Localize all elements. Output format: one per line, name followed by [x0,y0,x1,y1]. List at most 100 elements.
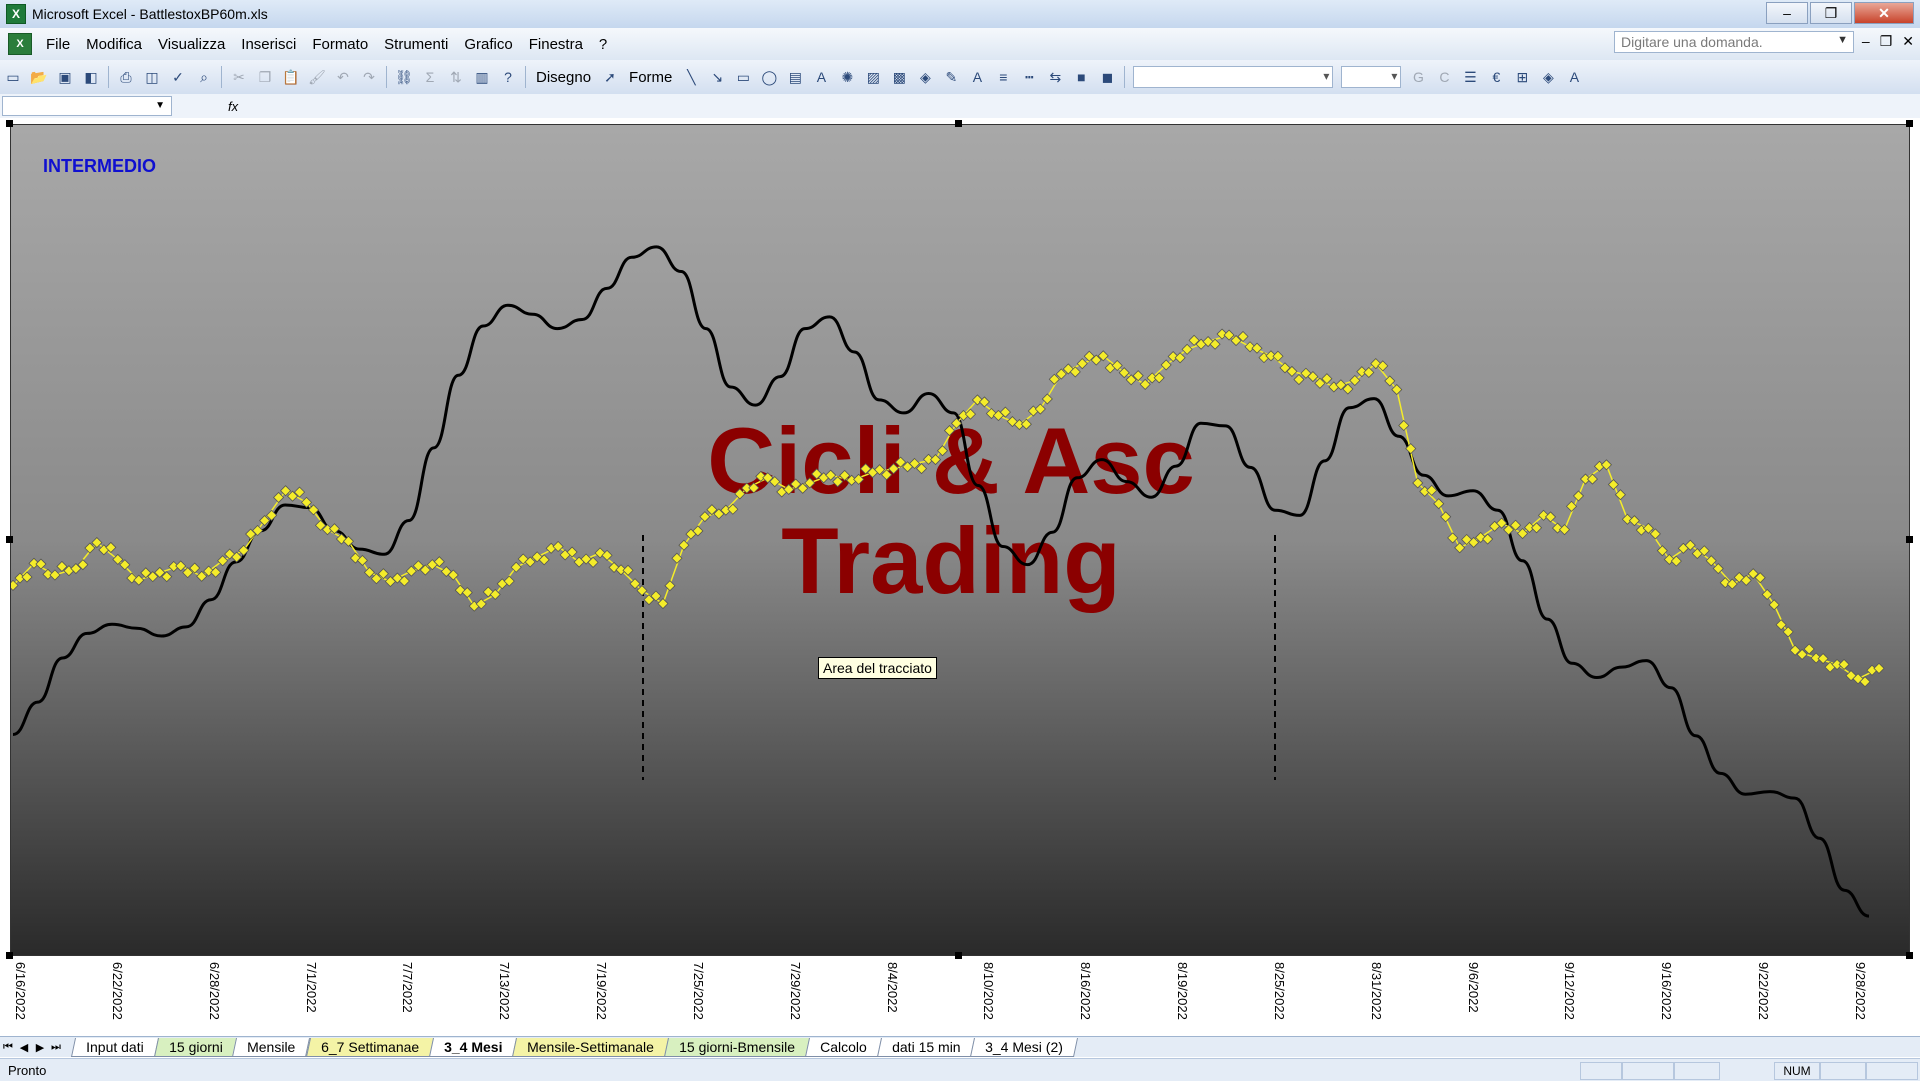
shapes-menu[interactable]: Forme [623,69,678,86]
fx-label[interactable]: fx [228,99,238,114]
menu-visualizza[interactable]: Visualizza [150,36,233,53]
rectangle-icon[interactable]: ▭ [732,66,754,88]
line-color-icon[interactable]: ✎ [940,66,962,88]
diagram-icon[interactable]: ✺ [836,66,858,88]
picture-icon[interactable]: ▩ [888,66,910,88]
next-sheet-icon[interactable]: ▶ [32,1041,48,1054]
arrow-icon[interactable]: ↘ [706,66,728,88]
research-icon[interactable]: ⌕ [193,66,215,88]
save-icon[interactable]: ▣ [54,66,76,88]
italic-button[interactable]: C [1433,66,1455,88]
sheet-tab[interactable]: Mensile-Settimanale [511,1037,669,1057]
print-preview-icon[interactable]: ◫ [141,66,163,88]
redo-icon[interactable]: ↷ [358,66,380,88]
borders-icon[interactable]: ⊞ [1511,66,1533,88]
status-cell [1580,1062,1622,1080]
format-painter-icon[interactable]: 🖌 [306,66,328,88]
sheet-tab-label: 3_4 Mesi [443,1038,503,1055]
dash-style-icon[interactable]: ┅ [1018,66,1040,88]
autosum-icon[interactable]: Σ [419,66,441,88]
menu-modifica[interactable]: Modifica [78,36,150,53]
status-bar: Pronto NUM [0,1058,1920,1081]
hyperlink-icon[interactable]: ⛓ [393,66,415,88]
spelling-icon[interactable]: ✓ [167,66,189,88]
doc-close-button[interactable]: ✕ [1902,33,1914,50]
line-icon[interactable]: ╲ [680,66,702,88]
clipart-icon[interactable]: ▨ [862,66,884,88]
fill-icon[interactable]: ◈ [1537,66,1559,88]
permission-icon[interactable]: ◧ [80,66,102,88]
menu-grafico[interactable]: Grafico [456,36,520,53]
ask-question-input[interactable]: Digitare una domanda. [1614,31,1854,53]
x-tick-label: 6/22/2022 [109,962,125,1020]
sheet-tab[interactable]: 15 giorni-Bmensile [663,1037,810,1057]
selection-handle[interactable] [955,120,962,127]
sheet-tab[interactable]: 3_4 Mesi (2) [969,1037,1078,1057]
menu-inserisci[interactable]: Inserisci [233,36,304,53]
title-bar: X Microsoft Excel - BattlestoxBP60m.xls … [0,0,1920,28]
name-box[interactable] [2,96,172,116]
selection-handle[interactable] [6,536,13,543]
align-icon[interactable]: ☰ [1459,66,1481,88]
workbook-icon[interactable]: X [8,33,32,55]
first-sheet-icon[interactable]: ⏮ [0,1041,16,1054]
chart-wizard-icon[interactable]: ▥ [471,66,493,88]
font-name-select[interactable] [1133,66,1334,88]
shadow-icon[interactable]: ■ [1070,66,1092,88]
paste-icon[interactable]: 📋 [280,66,302,88]
cut-icon[interactable]: ✂ [228,66,250,88]
excel-app-icon[interactable]: X [6,4,26,24]
x-tick-label: 9/28/2022 [1853,962,1868,1020]
sheet-tab[interactable]: Mensile [232,1037,311,1057]
restore-button[interactable]: ❐ [1810,2,1852,24]
font-color-icon[interactable]: A [966,66,988,88]
doc-restore-button[interactable]: ❐ [1880,33,1893,50]
sort-icon[interactable]: ⇅ [445,66,467,88]
font-size-select[interactable] [1341,66,1402,88]
menu-help[interactable]: ? [591,36,615,53]
doc-minimize-button[interactable]: – [1862,33,1870,50]
status-cell [1820,1062,1866,1080]
document-controls: – ❐ ✕ [1862,33,1914,50]
sheet-tab[interactable]: dati 15 min [876,1037,976,1057]
minimize-button[interactable]: – [1766,2,1808,24]
menu-finestra[interactable]: Finestra [521,36,591,53]
sheet-tab[interactable]: 6_7 Settimanae [305,1037,434,1057]
selection-handle[interactable] [6,120,13,127]
oval-icon[interactable]: ◯ [758,66,780,88]
sheet-tab[interactable]: 15 giorni [153,1037,238,1057]
fill-color-icon[interactable]: ◈ [914,66,936,88]
intermedio-label: INTERMEDIO [43,156,156,176]
menu-formato[interactable]: Formato [304,36,376,53]
text-color-icon[interactable]: A [1563,66,1585,88]
menu-file[interactable]: File [38,36,78,53]
new-icon[interactable]: ▭ [2,66,24,88]
selection-handle[interactable] [1906,120,1913,127]
sheet-tab[interactable]: Input dati [70,1037,159,1057]
sheet-tab-label: Mensile-Settimanale [527,1038,654,1055]
undo-icon[interactable]: ↶ [332,66,354,88]
last-sheet-icon[interactable]: ⏭ [48,1041,64,1054]
3d-icon[interactable]: ◼ [1096,66,1118,88]
selection-handle[interactable] [1906,536,1913,543]
sheet-tab[interactable]: 3_4 Mesi [428,1037,518,1057]
x-tick-label: 8/19/2022 [1175,962,1191,1020]
close-button[interactable]: ✕ [1854,2,1914,24]
draw-menu[interactable]: Disegno [530,69,597,86]
arrow-style-icon[interactable]: ⇆ [1044,66,1066,88]
euro-button[interactable]: € [1485,66,1507,88]
prev-sheet-icon[interactable]: ◀ [16,1041,32,1054]
plot-area[interactable]: INTERMEDIO Cicli & Asc Trading [10,124,1910,956]
sheet-tab[interactable]: Calcolo [804,1037,882,1057]
bold-button[interactable]: G [1407,66,1429,88]
open-icon[interactable]: 📂 [28,66,50,88]
copy-icon[interactable]: ❐ [254,66,276,88]
textbox-icon[interactable]: ▤ [784,66,806,88]
help-icon[interactable]: ? [497,66,519,88]
ask-dropdown-icon[interactable]: ▼ [1837,34,1848,46]
wordart-icon[interactable]: A [810,66,832,88]
line-style-icon[interactable]: ≡ [992,66,1014,88]
select-objects-icon[interactable]: ➚ [599,66,621,88]
menu-strumenti[interactable]: Strumenti [376,36,456,53]
print-icon[interactable]: ⎙ [115,66,137,88]
